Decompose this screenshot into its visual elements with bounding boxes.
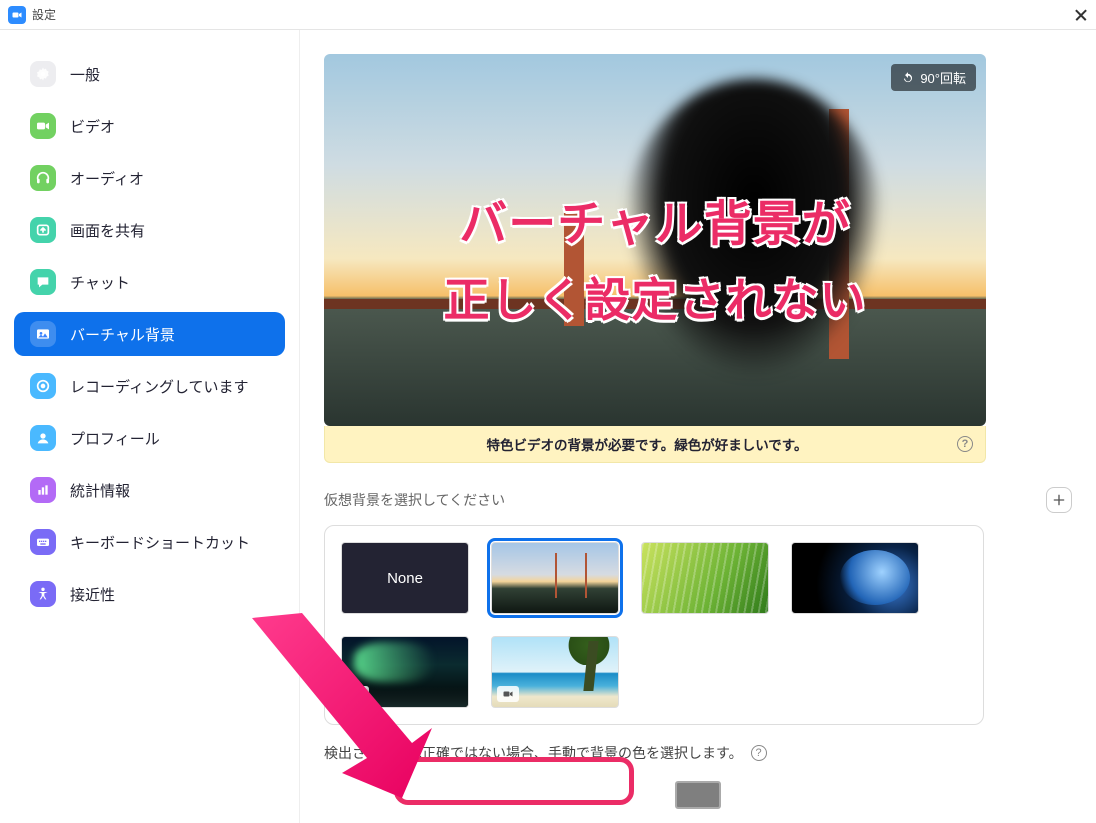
window-title: 設定 — [32, 6, 1074, 23]
sidebar-item-label: プロフィール — [70, 428, 160, 449]
add-background-button[interactable] — [1046, 487, 1072, 513]
help-icon[interactable]: ? — [957, 436, 973, 452]
bg-none-label: None — [387, 570, 423, 587]
sidebar-item-profile[interactable]: プロフィール — [14, 416, 285, 460]
overlay-text-line1: バーチャル背景が — [324, 184, 986, 254]
warning-text: 特色ビデオの背景が必要です。緑色が好ましいです。 — [337, 434, 957, 454]
video-preview: バーチャル背景が 正しく設定されない 90°回転 — [324, 54, 986, 426]
sidebar-item-label: 統計情報 — [70, 480, 130, 501]
main-panel: バーチャル背景が 正しく設定されない 90°回転 特色ビデオの背景が必要です。緑… — [300, 30, 1096, 823]
bg-thumb-bridge[interactable] — [491, 542, 619, 614]
profile-icon — [30, 425, 56, 451]
sidebar-item-label: オーディオ — [70, 168, 144, 189]
video-badge-icon — [497, 686, 519, 702]
bg-thumb-aurora[interactable] — [341, 636, 469, 708]
gear-icon — [30, 61, 56, 87]
bg-thumb-grass[interactable] — [641, 542, 769, 614]
overlay-text-line2: 正しく設定されない — [324, 264, 986, 330]
sidebar-item-label: ビデオ — [70, 116, 115, 137]
plus-icon — [1051, 492, 1067, 508]
bg-thumb-earth[interactable] — [791, 542, 919, 614]
bg-thumb-beach[interactable] — [491, 636, 619, 708]
record-icon — [30, 373, 56, 399]
sidebar-item-accessibility[interactable]: 接近性 — [14, 572, 285, 616]
bg-section-title: 仮想背景を選択してください — [324, 490, 1046, 510]
sidebar-item-video[interactable]: ビデオ — [14, 104, 285, 148]
stats-icon — [30, 477, 56, 503]
sidebar-item-share[interactable]: 画面を共有 — [14, 208, 285, 252]
rotate-button[interactable]: 90°回転 — [891, 64, 976, 91]
sidebar-item-stats[interactable]: 統計情報 — [14, 468, 285, 512]
app-icon — [8, 6, 26, 24]
share-icon — [30, 217, 56, 243]
background-thumbnails: None — [324, 525, 984, 725]
close-icon[interactable] — [1074, 8, 1088, 22]
sidebar-item-label: バーチャル背景 — [70, 324, 175, 345]
video-icon — [30, 113, 56, 139]
warning-bar: 特色ビデオの背景が必要です。緑色が好ましいです。 ? — [324, 426, 986, 463]
sidebar-item-label: 接近性 — [70, 584, 115, 605]
bg-thumb-none[interactable]: None — [341, 542, 469, 614]
sidebar-item-chat[interactable]: チャット — [14, 260, 285, 304]
sidebar-item-label: レコーディングしています — [70, 376, 249, 397]
virtual-bg-icon — [30, 321, 56, 347]
titlebar: 設定 — [0, 0, 1096, 30]
rotate-label: 90°回転 — [920, 68, 966, 87]
headphones-icon — [30, 165, 56, 191]
sidebar-item-label: キーボードショートカット — [70, 532, 250, 553]
sidebar-item-record[interactable]: レコーディングしています — [14, 364, 285, 408]
sidebar-item-label: 一般 — [70, 64, 100, 85]
chat-icon — [30, 269, 56, 295]
rotate-icon — [901, 71, 915, 85]
sidebar: 一般ビデオオーディオ画面を共有チャットバーチャル背景レコーディングしていますプロ… — [0, 30, 300, 823]
accessibility-icon — [30, 581, 56, 607]
sidebar-item-label: 画面を共有 — [70, 220, 145, 241]
help-icon[interactable]: ? — [751, 745, 767, 761]
sidebar-item-gear[interactable]: 一般 — [14, 52, 285, 96]
color-swatch[interactable] — [675, 781, 721, 809]
sidebar-item-label: チャット — [70, 272, 130, 293]
sidebar-item-keyboard[interactable]: キーボードショートカット — [14, 520, 285, 564]
keyboard-icon — [30, 529, 56, 555]
sidebar-item-virtual-bg[interactable]: バーチャル背景 — [14, 312, 285, 356]
sidebar-item-headphones[interactable]: オーディオ — [14, 156, 285, 200]
video-badge-icon — [347, 686, 369, 702]
detect-hint: 検出された色は正確ではない場合、手動で背景の色を選択します。 — [324, 743, 743, 763]
